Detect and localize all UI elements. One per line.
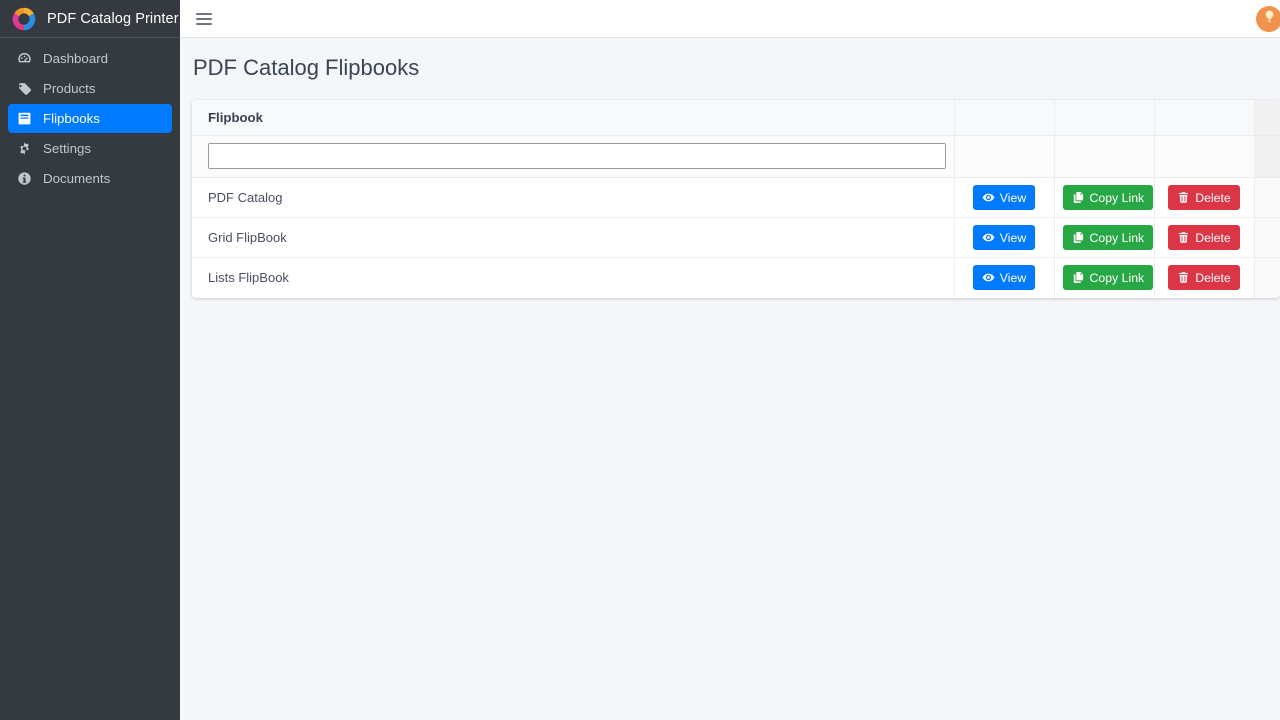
delete-cell: Delete (1154, 177, 1255, 218)
brand-header[interactable]: PDF Catalog Printer (0, 0, 180, 38)
table-filter-row (192, 135, 1280, 178)
view-button[interactable]: View (972, 225, 1036, 250)
view-button[interactable]: View (972, 185, 1036, 210)
copy-cell: Copy Link (1054, 177, 1155, 218)
sidebar-item-products[interactable]: Products (8, 74, 172, 103)
flipbooks-card: Flipbook PDF Catalog View Copy Link Dele… (192, 100, 1280, 298)
column-header-copy (1054, 100, 1155, 136)
filter-cell-copy (1054, 135, 1155, 178)
delete-button[interactable]: Delete (1168, 225, 1240, 250)
flipbook-name: PDF Catalog (192, 177, 955, 218)
book-icon (16, 110, 33, 127)
scrollbar-filter-spacer (1254, 135, 1280, 178)
filter-cell-view (954, 135, 1055, 178)
table-header-row: Flipbook (192, 100, 1280, 136)
scrollbar-header-spacer (1254, 100, 1280, 136)
avatar[interactable] (1256, 5, 1280, 32)
column-header-flipbook[interactable]: Flipbook (192, 100, 955, 136)
sidebar-item-documents[interactable]: Documents (8, 164, 172, 193)
hamburger-icon[interactable] (196, 11, 212, 27)
copy-icon (1072, 271, 1085, 284)
copy-cell: Copy Link (1054, 217, 1155, 258)
copy-link-button-label: Copy Link (1089, 190, 1145, 205)
delete-button-label: Delete (1195, 190, 1231, 205)
table-body: PDF Catalog View Copy Link Delete Grid F… (192, 177, 1280, 298)
copy-icon (1072, 191, 1085, 204)
view-cell: View (954, 217, 1055, 258)
sidebar-item-settings[interactable]: Settings (8, 134, 172, 163)
view-button[interactable]: View (972, 265, 1036, 291)
gear-icon (16, 140, 33, 157)
table-row: Grid FlipBook View Copy Link Delete (192, 217, 1280, 258)
copy-cell: Copy Link (1054, 257, 1155, 298)
copy-icon (1072, 231, 1085, 244)
view-cell: View (954, 177, 1055, 218)
sidebar-item-label: Products (43, 81, 96, 96)
scrollbar-row-spacer[interactable] (1254, 217, 1280, 258)
tachometer-icon (16, 50, 33, 67)
sidebar-item-dashboard[interactable]: Dashboard (8, 44, 172, 73)
tag-icon (16, 80, 33, 97)
scrollbar-row-spacer[interactable] (1254, 177, 1280, 218)
trash-icon (1177, 191, 1190, 204)
delete-cell: Delete (1154, 217, 1255, 258)
topbar (180, 0, 1280, 38)
flipbook-name: Grid FlipBook (192, 217, 955, 258)
sidebar: PDF Catalog Printer Dashboard Products F… (0, 0, 180, 720)
lightbulb-icon (1262, 9, 1277, 29)
column-header-delete (1154, 100, 1255, 136)
copy-link-button[interactable]: Copy Link (1062, 185, 1154, 210)
table-row: Lists FlipBook View Copy Link Delete (192, 257, 1280, 298)
delete-button[interactable]: Delete (1168, 185, 1240, 210)
table-head: Flipbook (192, 100, 1280, 178)
delete-cell: Delete (1154, 257, 1255, 298)
info-circle-icon (16, 170, 33, 187)
trash-icon (1177, 231, 1190, 244)
app-logo-icon (10, 5, 38, 33)
copy-link-button[interactable]: Copy Link (1062, 225, 1154, 250)
delete-button[interactable]: Delete (1168, 265, 1240, 291)
filter-cell-delete (1154, 135, 1255, 178)
main-wrapper: PDF Catalog Flipbooks Flipbook PDF Catal… (180, 0, 1280, 720)
delete-button-label: Delete (1195, 230, 1231, 245)
copy-link-button-label: Copy Link (1089, 270, 1145, 285)
delete-button-label: Delete (1195, 270, 1231, 285)
content-area: PDF Catalog Flipbooks Flipbook PDF Catal… (180, 38, 1280, 720)
view-button-label: View (999, 270, 1027, 285)
sidebar-nav: Dashboard Products Flipbooks Settings Do… (0, 38, 180, 193)
eye-icon (982, 191, 995, 204)
view-cell: View (954, 257, 1055, 298)
filter-cell-flipbook (192, 135, 955, 178)
table-row: PDF Catalog View Copy Link Delete (192, 177, 1280, 218)
view-button-label: View (999, 230, 1027, 245)
copy-link-button-label: Copy Link (1089, 230, 1145, 245)
eye-icon (982, 271, 995, 284)
eye-icon (982, 231, 995, 244)
flipbook-filter-input[interactable] (208, 143, 946, 169)
column-header-view (954, 100, 1055, 136)
app-root: PDF Catalog Printer Dashboard Products F… (0, 0, 1280, 720)
view-button-label: View (999, 190, 1027, 205)
sidebar-item-flipbooks[interactable]: Flipbooks (8, 104, 172, 133)
table-scroll-container[interactable]: Flipbook PDF Catalog View Copy Link Dele… (192, 100, 1280, 298)
trash-icon (1177, 271, 1190, 284)
flipbook-name: Lists FlipBook (192, 257, 955, 298)
scrollbar-row-spacer[interactable] (1254, 257, 1280, 298)
sidebar-item-label: Dashboard (43, 51, 109, 66)
copy-link-button[interactable]: Copy Link (1062, 265, 1154, 291)
page-title: PDF Catalog Flipbooks (193, 55, 420, 80)
sidebar-item-label: Flipbooks (43, 111, 100, 126)
sidebar-item-label: Documents (43, 171, 111, 186)
sidebar-item-label: Settings (43, 141, 92, 156)
brand-title: PDF Catalog Printer (47, 10, 179, 27)
flipbooks-table: Flipbook PDF Catalog View Copy Link Dele… (192, 100, 1280, 298)
